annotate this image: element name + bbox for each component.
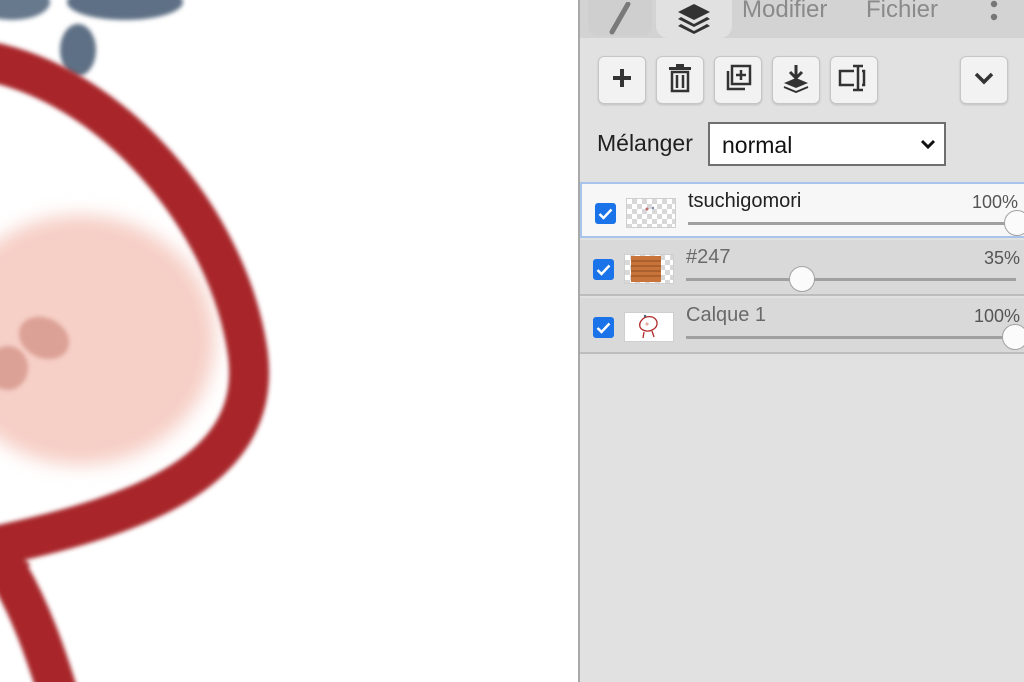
panel-tab-bar: Modifier Fichier: [580, 0, 1024, 38]
slider-knob[interactable]: [788, 266, 815, 292]
tab-fichier[interactable]: Fichier: [866, 0, 938, 24]
layer-visibility-checkbox[interactable]: [595, 203, 616, 224]
layer-row-calque-1[interactable]: Calque 1 100%: [580, 298, 1024, 354]
layer-opacity-slider[interactable]: [686, 266, 1016, 292]
blend-mode-value: normal: [722, 132, 793, 158]
collapse-panel-button[interactable]: [960, 56, 1008, 104]
layer-thumbnail: [624, 254, 674, 284]
layers-icon: [675, 0, 713, 41]
layer-thumbnail: [626, 198, 676, 228]
layer-opacity-label: 100%: [971, 192, 1018, 212]
layer-row-247[interactable]: #247 35%: [580, 240, 1024, 296]
layer-thumbnail: [624, 312, 674, 342]
more-vertical-icon[interactable]: [982, 0, 1006, 34]
merge-down-icon: [781, 63, 811, 98]
layer-visibility-checkbox[interactable]: [593, 317, 614, 338]
delete-layer-button[interactable]: [656, 56, 704, 104]
tab-brush[interactable]: [588, 0, 652, 36]
layer-name[interactable]: tsuchigomori: [688, 190, 801, 213]
trash-icon: [667, 63, 693, 98]
layer-name[interactable]: #247: [686, 246, 731, 269]
layer-opacity-slider[interactable]: [688, 210, 1024, 236]
duplicate-layer-button[interactable]: [714, 56, 762, 104]
cheek-blush: [0, 215, 215, 465]
plus-icon: [610, 66, 634, 95]
layer-row-tsuchigomori[interactable]: tsuchigomori 100%: [580, 182, 1024, 238]
canvas-artwork: [0, 0, 270, 682]
duplicate-icon: [723, 63, 753, 98]
layers-panel: Modifier Fichier Mélanger normal tsuchig…: [578, 0, 1024, 682]
merge-down-button[interactable]: [772, 56, 820, 104]
layer-name[interactable]: Calque 1: [686, 304, 766, 327]
add-layer-button[interactable]: [598, 56, 646, 104]
slider-knob[interactable]: [1002, 324, 1024, 350]
layer-opacity-label: 35%: [983, 248, 1020, 268]
chevron-down-icon: [920, 138, 936, 156]
slider-knob[interactable]: [1004, 210, 1024, 236]
tab-layers[interactable]: [656, 0, 732, 38]
rename-layer-button[interactable]: [830, 56, 878, 104]
checkmark-icon: [596, 322, 611, 334]
checkmark-icon: [596, 264, 611, 276]
checkmark-icon: [598, 208, 613, 220]
blend-mode-select[interactable]: normal: [708, 122, 946, 166]
text-cursor-icon: [838, 63, 870, 98]
tab-modifier[interactable]: Modifier: [742, 0, 827, 24]
layer-opacity-slider[interactable]: [686, 324, 1024, 350]
layer-visibility-checkbox[interactable]: [593, 259, 614, 280]
blend-mode-label: Mélanger: [597, 130, 693, 156]
brush-icon: [606, 1, 636, 41]
drawing-canvas[interactable]: [0, 0, 578, 682]
chevron-down-icon: [973, 71, 995, 90]
